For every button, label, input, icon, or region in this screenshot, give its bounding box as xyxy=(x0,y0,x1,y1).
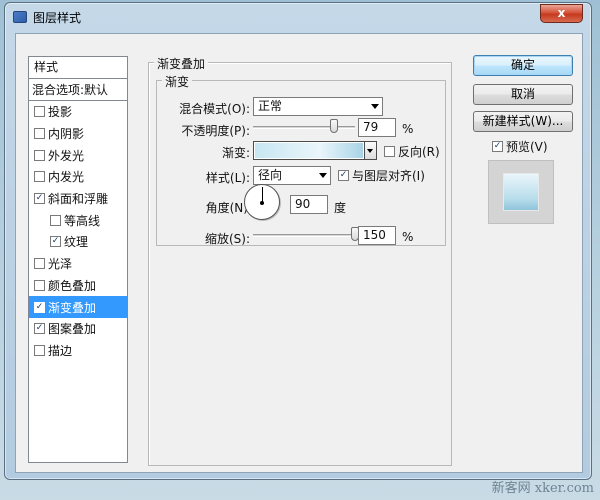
window-title: 图层样式 xyxy=(33,11,82,25)
chevron-down-icon xyxy=(371,104,379,109)
blend-mode-select[interactable]: 正常 xyxy=(253,97,383,116)
style-item-label: 光泽 xyxy=(48,257,73,272)
align-checkbox-row[interactable]: ✓ 与图层对齐(I) xyxy=(338,167,425,184)
style-item-label: 图案叠加 xyxy=(48,322,97,337)
style-item[interactable]: ✓ 图案叠加 xyxy=(29,318,127,340)
watermark: 新客网 xker.com xyxy=(491,481,594,496)
style-item[interactable]: ✓ 纹理 xyxy=(29,231,127,253)
style-item[interactable]: 等高线 xyxy=(29,209,127,231)
angle-unit: 度 xyxy=(334,201,347,215)
angle-dial[interactable] xyxy=(244,184,280,220)
scale-input[interactable]: 150 xyxy=(358,226,396,245)
style-item-label: 内发光 xyxy=(48,170,85,185)
style-item-label: 渐变叠加 xyxy=(48,300,97,315)
style-item[interactable]: 投影 xyxy=(29,101,127,123)
style-item-label: 颜色叠加 xyxy=(48,278,97,293)
scale-slider-track[interactable] xyxy=(253,234,355,237)
reverse-checkbox[interactable] xyxy=(384,146,395,157)
gradient-preview-fill xyxy=(255,143,363,158)
style-item-label: 等高线 xyxy=(64,213,101,228)
style-item[interactable]: 描边 xyxy=(29,340,127,362)
gradient-style-select[interactable]: 径向 xyxy=(253,166,331,185)
style-item[interactable]: 内阴影 xyxy=(29,123,127,145)
style-item[interactable]: 颜色叠加 xyxy=(29,275,127,297)
align-with-layer-checkbox[interactable]: ✓ xyxy=(338,170,349,181)
preview-checkbox-row[interactable]: ✓ 预览(V) xyxy=(492,138,548,155)
opacity-slider-track[interactable] xyxy=(253,126,355,129)
layer-style-dialog: 图层样式 x 样式 混合选项:默认 投影 内阴影 外发光 内发光 ✓ 斜面和浮雕 等高线 ✓ 纹… xyxy=(4,2,592,480)
style-item-checkbox[interactable] xyxy=(34,344,45,356)
style-item-checkbox[interactable] xyxy=(34,106,45,118)
scale-label: 缩放(S): xyxy=(204,232,250,246)
style-item[interactable]: 外发光 xyxy=(29,144,127,166)
title-bar[interactable]: 图层样式 x xyxy=(5,3,591,31)
style-item-label: 内阴影 xyxy=(48,127,85,142)
style-item-checkbox[interactable] xyxy=(34,171,45,183)
style-item-checkbox[interactable] xyxy=(34,149,45,161)
scale-unit: % xyxy=(402,230,414,244)
style-item-label: 描边 xyxy=(48,343,73,358)
style-item[interactable]: 光泽 xyxy=(29,253,127,275)
align-label: 与图层对齐(I) xyxy=(352,169,425,183)
style-label: 样式(L): xyxy=(205,171,250,185)
chevron-down-icon xyxy=(319,173,327,178)
style-item-label: 纹理 xyxy=(64,235,89,250)
blend-mode-value: 正常 xyxy=(258,99,283,113)
reverse-label: 反向(R) xyxy=(398,145,440,159)
subgroup-title: 渐变 xyxy=(162,73,193,90)
style-item-checkbox[interactable] xyxy=(34,258,45,270)
opacity-label: 不透明度(P): xyxy=(181,124,250,138)
style-preview-box xyxy=(488,160,554,224)
gradient-swatch[interactable] xyxy=(253,141,365,160)
preview-label: 预览(V) xyxy=(506,140,548,154)
close-button[interactable]: x xyxy=(540,4,583,23)
style-item-checkbox[interactable]: ✓ xyxy=(34,323,45,335)
blend-mode-label: 混合模式(O): xyxy=(179,102,250,116)
gradient-dropdown-button[interactable] xyxy=(365,141,377,160)
ok-button[interactable]: 确定 xyxy=(473,55,573,76)
dialog-body: 样式 混合选项:默认 投影 内阴影 外发光 内发光 ✓ 斜面和浮雕 等高线 ✓ 纹理 光泽 颜色叠加… xyxy=(15,33,583,473)
style-item-label: 斜面和浮雕 xyxy=(48,192,109,207)
app-icon xyxy=(13,11,27,23)
chevron-down-icon xyxy=(367,149,373,153)
preview-checkbox[interactable]: ✓ xyxy=(492,141,503,152)
angle-input[interactable]: 90 xyxy=(290,195,328,214)
style-item[interactable]: ✓ 渐变叠加 xyxy=(29,296,127,318)
style-item-label: 投影 xyxy=(48,105,73,120)
style-list-header[interactable]: 样式 xyxy=(29,57,127,79)
style-item-checkbox[interactable] xyxy=(50,214,61,226)
opacity-unit: % xyxy=(402,122,414,136)
new-style-button[interactable]: 新建样式(W)... xyxy=(473,111,573,132)
style-item-checkbox[interactable] xyxy=(34,279,45,291)
style-preview-swatch xyxy=(503,173,539,211)
group-title: 渐变叠加 xyxy=(154,55,209,72)
style-items: 投影 内阴影 外发光 内发光 ✓ 斜面和浮雕 等高线 ✓ 纹理 光泽 颜色叠加 ✓ 渐变叠加 ✓ 图案叠加描… xyxy=(29,101,127,361)
gradient-label: 渐变: xyxy=(221,146,250,160)
opacity-slider-thumb[interactable] xyxy=(329,119,338,133)
style-item[interactable]: 内发光 xyxy=(29,166,127,188)
style-item-checkbox[interactable]: ✓ xyxy=(50,236,61,248)
cancel-button[interactable]: 取消 xyxy=(473,84,573,105)
style-item[interactable]: ✓ 斜面和浮雕 xyxy=(29,188,127,210)
style-item-checkbox[interactable]: ✓ xyxy=(34,193,45,205)
angle-dial-center xyxy=(260,201,264,205)
gradient-style-value: 径向 xyxy=(258,168,283,182)
style-item-label: 外发光 xyxy=(48,148,85,163)
opacity-input[interactable]: 79 xyxy=(358,118,396,137)
blend-options-item[interactable]: 混合选项:默认 xyxy=(29,79,127,101)
style-item-checkbox[interactable] xyxy=(34,128,45,140)
style-item-checkbox[interactable]: ✓ xyxy=(34,301,45,313)
style-list: 样式 混合选项:默认 投影 内阴影 外发光 内发光 ✓ 斜面和浮雕 等高线 ✓ 纹理 光泽 颜色叠加… xyxy=(28,56,128,463)
reverse-checkbox-row[interactable]: 反向(R) xyxy=(384,143,440,160)
